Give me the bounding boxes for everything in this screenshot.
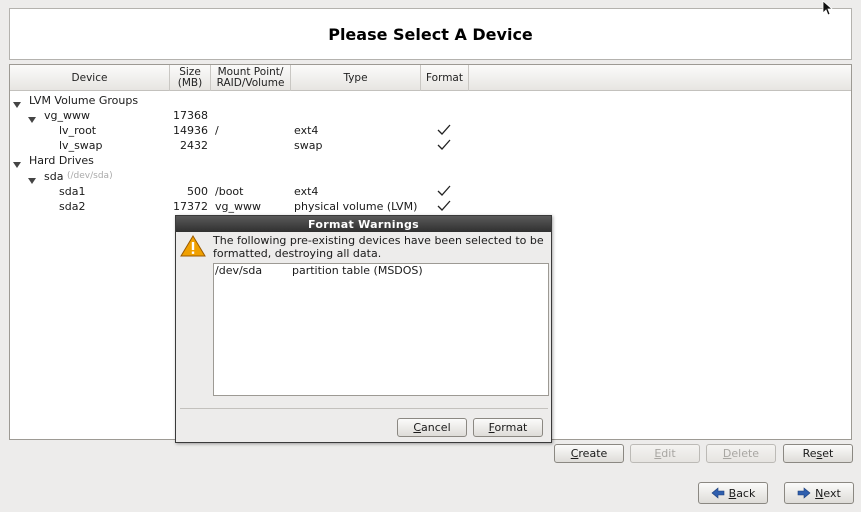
list-item-device: /dev/sda: [215, 264, 263, 277]
device-name: vg_www: [44, 109, 90, 122]
device-path-hint: (/dev/sda): [67, 171, 113, 181]
back-arrow-icon: [711, 487, 724, 499]
device-name: sda1: [59, 185, 86, 198]
mouse-pointer-icon: [822, 0, 834, 16]
device-name: lv_swap: [59, 139, 103, 152]
device-mount-point: /boot: [215, 185, 244, 198]
tree-row-lv-swap[interactable]: lv_swap 2432 swap: [10, 138, 851, 153]
column-header-device[interactable]: Device: [10, 65, 170, 91]
format-check-icon: [437, 139, 451, 150]
tree-row-lv-root[interactable]: lv_root 14936 / ext4: [10, 123, 851, 138]
cancel-button[interactable]: Cancel: [397, 418, 467, 437]
device-size: 2432: [180, 139, 208, 152]
column-header-size[interactable]: Size (MB): [170, 65, 211, 91]
device-size: 17372: [173, 200, 208, 213]
tree-row-vg-www[interactable]: vg_www 17368: [10, 108, 851, 123]
format-check-icon: [437, 124, 451, 135]
device-name: lv_root: [59, 124, 97, 137]
device-name: LVM Volume Groups: [29, 94, 139, 107]
format-check-icon: [437, 185, 451, 196]
device-name: sda: [44, 170, 64, 183]
tree-row-lvm-volume-groups[interactable]: LVM Volume Groups: [10, 93, 851, 108]
formatted-devices-list[interactable]: /dev/sda partition table (MSDOS): [213, 263, 549, 396]
back-button[interactable]: Back: [698, 482, 768, 504]
dialog-separator: [180, 408, 548, 409]
reset-button[interactable]: Reset: [783, 444, 853, 463]
tree-row-sda2[interactable]: sda2 17372 vg_www physical volume (LVM): [10, 199, 851, 214]
format-button[interactable]: Format: [473, 418, 543, 437]
device-type: swap: [294, 139, 323, 152]
edit-button[interactable]: Edit: [630, 444, 700, 463]
next-arrow-icon: [797, 487, 811, 499]
device-size: 17368: [173, 109, 208, 122]
device-name: sda2: [59, 200, 86, 213]
column-header-type[interactable]: Type: [291, 65, 421, 91]
device-tree-header: Device Size (MB) Mount Point/ RAID/Volum…: [10, 65, 851, 91]
next-button[interactable]: Next: [784, 482, 854, 504]
dialog-message: The following pre-existing devices have …: [213, 234, 544, 260]
tree-row-hard-drives[interactable]: Hard Drives: [10, 153, 851, 168]
list-item-description: partition table (MSDOS): [292, 264, 423, 277]
column-header-format[interactable]: Format: [421, 65, 469, 91]
device-type: physical volume (LVM): [294, 200, 418, 213]
device-mount-point: vg_www: [215, 200, 261, 213]
device-type: ext4: [294, 185, 319, 198]
page-header: Please Select A Device: [9, 8, 852, 60]
dialog-title: Format Warnings: [176, 216, 551, 232]
warning-icon: [180, 235, 206, 257]
device-name: Hard Drives: [29, 154, 94, 167]
column-header-mount-point[interactable]: Mount Point/ RAID/Volume: [211, 65, 291, 91]
create-button[interactable]: Create: [554, 444, 624, 463]
device-mount-point: /: [215, 124, 219, 137]
tree-row-sda[interactable]: sda (/dev/sda): [10, 169, 851, 184]
device-size: 500: [187, 185, 208, 198]
device-type: ext4: [294, 124, 319, 137]
device-size: 14936: [173, 124, 208, 137]
format-warnings-dialog: Format Warnings The following pre-existi…: [175, 215, 552, 443]
delete-button[interactable]: Delete: [706, 444, 776, 463]
format-check-icon: [437, 200, 451, 211]
tree-row-sda1[interactable]: sda1 500 /boot ext4: [10, 184, 851, 199]
page-title: Please Select A Device: [328, 24, 533, 44]
